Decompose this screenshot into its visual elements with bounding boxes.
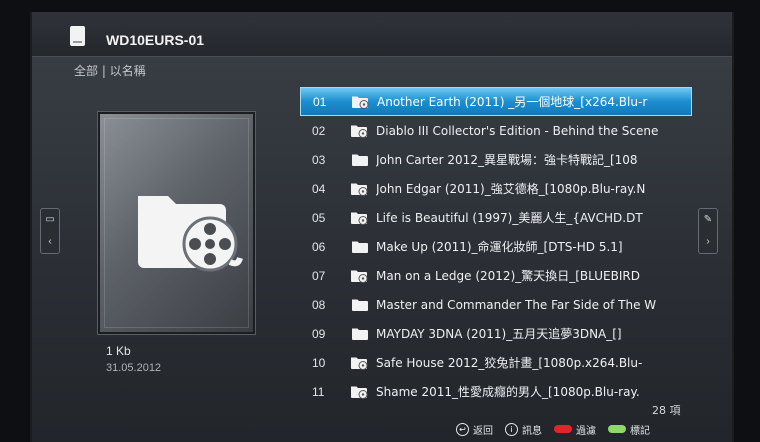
device-title: WD10EURS-01 xyxy=(106,32,205,48)
screen: WD10EURS-01 全部 | 以名稱 ▭ ‹ 1 Kb 31.05.2012… xyxy=(30,12,734,442)
item-count: 28 項 xyxy=(652,404,681,417)
folder-icon xyxy=(344,240,376,253)
drive-icon xyxy=(70,26,85,46)
list-item[interactable]: 05 Life is Beautiful (1997)_美麗人生_{AVCHD.D… xyxy=(300,203,692,232)
item-number: 01 xyxy=(313,94,327,109)
list-item[interactable]: 02 Diablo III Collector's Edition - Behin… xyxy=(300,116,692,145)
file-date: 31.05.2012 xyxy=(106,362,162,374)
video-folder-icon xyxy=(344,385,376,399)
filter-label: 過濾 xyxy=(576,425,596,437)
item-number: 04 xyxy=(312,181,326,196)
list-item[interactable]: 09 MAYDAY 3DNA (2011)_五月天追夢3DNA_[] xyxy=(300,319,692,348)
breadcrumb: 全部 | 以名稱 xyxy=(74,64,146,78)
mark-label: 標記 xyxy=(630,425,650,437)
item-number: 03 xyxy=(312,152,326,167)
mark-hint[interactable]: 標記 xyxy=(608,422,650,437)
right-panel-toggle[interactable]: ✎ › xyxy=(698,208,718,254)
item-name: Shame 2011_性愛成癮的男人_[1080p.Blu-ray. xyxy=(376,385,640,399)
item-name: Diablo III Collector's Edition - Behind … xyxy=(376,123,659,138)
folder-icon xyxy=(344,298,376,311)
video-folder-icon xyxy=(344,356,376,370)
back-hint[interactable]: ↩ 返回 xyxy=(456,422,493,437)
item-name: John Carter 2012_異星戰場：強卡特戰記_[108 xyxy=(376,153,638,167)
back-icon: ↩ xyxy=(456,422,469,436)
item-name: John Edgar (2011)_強艾德格_[1080p.Blu-ray.N xyxy=(376,182,646,196)
back-label: 返回 xyxy=(473,425,493,437)
item-number: 06 xyxy=(312,239,326,254)
list-item[interactable]: 03 John Carter 2012_異星戰場：強卡特戰記_[108 xyxy=(300,145,692,174)
folder-icon xyxy=(344,153,376,166)
item-number: 08 xyxy=(312,297,326,312)
item-number: 05 xyxy=(312,210,326,225)
file-size: 1 Kb xyxy=(106,344,131,358)
list-item[interactable]: 07 Man on a Ledge (2012)_驚天換日_[BLUEBIRD xyxy=(300,261,692,290)
item-name: Master and Commander The Far Side of The… xyxy=(376,297,657,312)
footer-bar: ↩ 返回 i 訊息 過濾 標記 xyxy=(456,421,656,437)
list-item[interactable]: 08 Master and Commander The Far Side of T… xyxy=(300,290,692,319)
top-bar: WD10EURS-01 xyxy=(32,12,732,57)
edit-icon: ✎ xyxy=(703,214,713,225)
video-folder-icon xyxy=(344,211,376,225)
item-name: Another Earth (2011) _另一個地球_[x264.Blu-r xyxy=(377,95,648,109)
item-name: MAYDAY 3DNA (2011)_五月天追夢3DNA_[] xyxy=(376,327,622,341)
filter-hint[interactable]: 過濾 xyxy=(554,422,596,437)
video-folder-icon xyxy=(344,182,376,196)
item-number: 11 xyxy=(312,384,325,399)
chevron-right-icon: › xyxy=(706,236,710,247)
list-item[interactable]: 11 Shame 2011_性愛成癮的男人_[1080p.Blu-ray. xyxy=(300,377,692,406)
video-folder-icon xyxy=(344,269,376,283)
item-number: 10 xyxy=(312,355,326,370)
list-item[interactable]: 04 John Edgar (2011)_強艾德格_[1080p.Blu-ray.… xyxy=(300,174,692,203)
video-folder-icon xyxy=(344,124,376,138)
item-number: 02 xyxy=(312,123,326,138)
item-name: Life is Beautiful (1997)_美麗人生_{AVCHD.DT xyxy=(376,211,643,225)
item-name: Safe House 2012_狡兔計畫_[1080p.x264.Blu- xyxy=(376,356,643,370)
file-list: 01 Another Earth (2011) _另一個地球_[x264.Blu-… xyxy=(300,87,692,406)
red-key-icon xyxy=(554,425,572,433)
left-panel-toggle[interactable]: ▭ ‹ xyxy=(40,208,60,254)
info-icon: i xyxy=(505,422,518,436)
item-number: 07 xyxy=(312,268,326,283)
list-item[interactable]: 10 Safe House 2012_狡兔計畫_[1080p.x264.Blu- xyxy=(300,348,692,377)
video-folder-icon xyxy=(345,95,377,109)
video-folder-large-icon xyxy=(138,196,243,272)
item-number: 09 xyxy=(312,326,326,341)
folder-icon xyxy=(344,327,376,340)
preview-thumbnail xyxy=(98,112,255,334)
book-icon: ▭ xyxy=(45,214,55,225)
item-name: Make Up (2011)_命運化妝師_[DTS-HD 5.1] xyxy=(376,240,623,254)
info-hint[interactable]: i 訊息 xyxy=(505,422,542,437)
list-item[interactable]: 01 Another Earth (2011) _另一個地球_[x264.Blu-… xyxy=(300,87,692,116)
green-key-icon xyxy=(608,425,626,433)
item-name: Man on a Ledge (2012)_驚天換日_[BLUEBIRD xyxy=(376,269,640,283)
info-label: 訊息 xyxy=(522,425,542,437)
list-item[interactable]: 06 Make Up (2011)_命運化妝師_[DTS-HD 5.1] xyxy=(300,232,692,261)
chevron-left-icon: ‹ xyxy=(48,236,52,247)
